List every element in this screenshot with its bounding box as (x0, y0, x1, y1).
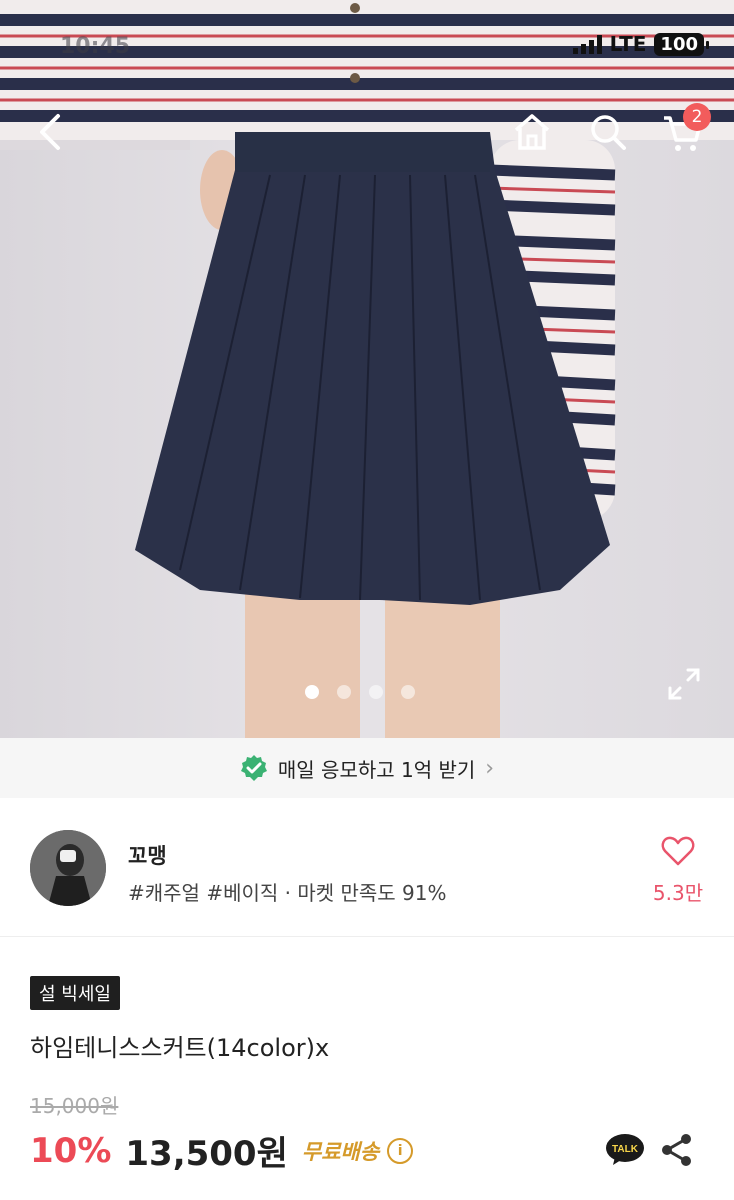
cart-count-badge: 2 (683, 103, 711, 131)
share-icon (662, 1134, 691, 1166)
product-title: 하임테니스스커트(14color)x (30, 1034, 330, 1062)
promo-text: 매일 응모하고 1억 받기 (277, 757, 476, 782)
gallery-pagination (305, 685, 415, 699)
seller-tags: #캐주얼 #베이직 · 마켓 만족도 91% (128, 881, 447, 905)
sale-badge: 설 빅세일 (30, 976, 120, 1010)
promo-banner[interactable]: 매일 응모하고 1억 받기 › (0, 738, 734, 798)
network-type: LTE (609, 32, 647, 56)
status-time: 10:45 (60, 34, 131, 59)
gallery-dot[interactable] (369, 685, 383, 699)
signal-icon (572, 34, 602, 54)
search-button[interactable] (586, 110, 630, 154)
expand-icon (668, 668, 700, 700)
status-bar: 10:45 LTE 100 (60, 30, 709, 64)
sale-price: 13,500원 (125, 1134, 288, 1174)
heart-icon (661, 836, 695, 866)
chevron-left-icon (40, 114, 60, 150)
like-button[interactable]: 5.3만 (648, 835, 708, 906)
like-count: 5.3만 (652, 881, 704, 905)
home-button[interactable] (510, 110, 554, 154)
seller-section: 꼬맹 #캐주얼 #베이직 · 마켓 만족도 91% 5.3만 (0, 800, 734, 937)
kakaotalk-icon: TALK (606, 1134, 644, 1165)
share-button[interactable] (660, 1133, 694, 1167)
back-button[interactable] (30, 110, 74, 154)
seller-name[interactable]: 꼬맹 (128, 840, 167, 870)
home-icon (514, 114, 550, 150)
chevron-right-icon: › (485, 755, 495, 781)
gallery-dot[interactable] (305, 685, 319, 699)
status-right: LTE 100 (572, 32, 709, 56)
avatar-image (30, 830, 106, 906)
search-icon (591, 115, 626, 150)
free-shipping-label: 무료배송 (301, 1139, 380, 1164)
gallery-dot[interactable] (337, 685, 351, 699)
verified-check-icon (240, 755, 267, 781)
battery-icon: 100 (654, 32, 709, 56)
original-price: 15,000원 (30, 1094, 119, 1118)
talk-button[interactable]: TALK (605, 1133, 645, 1167)
seller-avatar[interactable] (30, 830, 106, 906)
discount-rate: 10% (30, 1130, 112, 1171)
talk-label: TALK (612, 1144, 639, 1155)
gallery-dot[interactable] (401, 685, 415, 699)
price-row: 10% 13,500원 무료배송 i (30, 1126, 414, 1175)
product-image[interactable]: 10:45 LTE 100 2 (0, 0, 734, 738)
info-icon[interactable]: i (387, 1137, 414, 1164)
fullscreen-button[interactable] (664, 664, 704, 704)
